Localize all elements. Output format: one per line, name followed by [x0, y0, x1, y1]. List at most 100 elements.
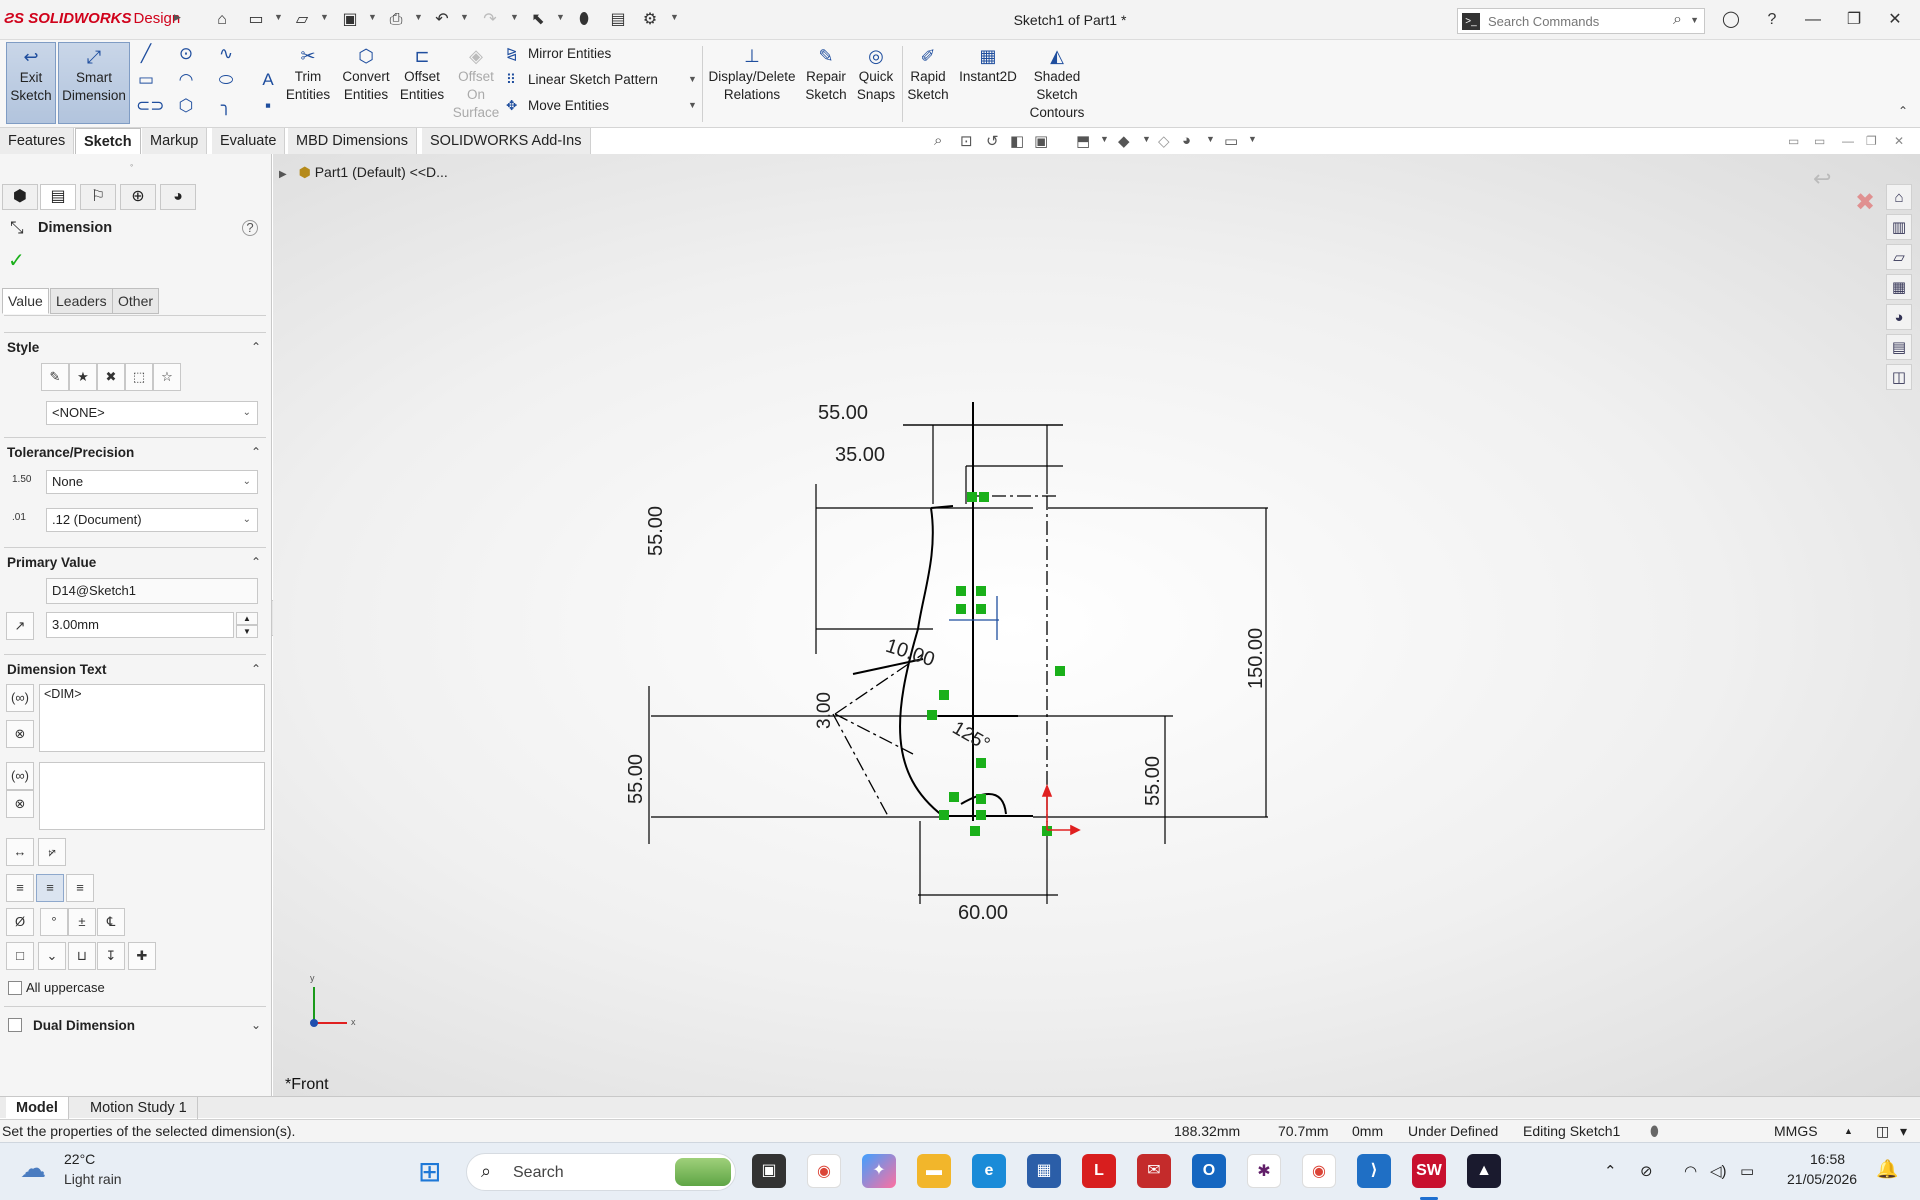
- delete-style-icon[interactable]: ✖: [97, 363, 125, 391]
- quick-snaps-button[interactable]: ◎ Quick Snaps: [854, 42, 898, 124]
- tab-value[interactable]: Value: [2, 288, 49, 314]
- inspection-dimension-icon[interactable]: ⊗: [6, 720, 34, 748]
- quick-tips-icon[interactable]: ◫: [1876, 1120, 1889, 1142]
- l-app-icon[interactable]: L: [1082, 1154, 1116, 1188]
- feature-manager-tab-icon[interactable]: ⬢: [2, 184, 38, 210]
- tab-model[interactable]: Model: [6, 1097, 69, 1119]
- wifi-icon[interactable]: ◠: [1684, 1162, 1697, 1180]
- dimension-55-right-lower[interactable]: 55.00: [1142, 756, 1165, 806]
- open-folder-icon[interactable]: ▱: [292, 10, 312, 30]
- configuration-manager-tab-icon[interactable]: ⚐: [80, 184, 116, 210]
- linear-sketch-pattern-button[interactable]: ⠿ Linear Sketch Pattern: [506, 69, 658, 91]
- restore-button[interactable]: ❐: [1838, 6, 1870, 34]
- line-icon[interactable]: ╱: [136, 44, 156, 64]
- tile-window-icon[interactable]: ▭: [1788, 134, 1799, 148]
- fillet-icon[interactable]: ╮: [216, 96, 236, 116]
- doc-restore-icon[interactable]: ❐: [1866, 134, 1877, 148]
- inspection-lower-icon[interactable]: ⊗: [6, 790, 34, 818]
- dimension-name-field[interactable]: D14@Sketch1: [46, 578, 258, 604]
- tolerance-type-dropdown[interactable]: None ⌄: [46, 470, 258, 494]
- precision-dropdown[interactable]: .12 (Document) ⌄: [46, 508, 258, 532]
- dynamic-annotation-icon[interactable]: ▣: [1034, 132, 1048, 150]
- tab-leaders[interactable]: Leaders: [50, 288, 113, 314]
- appearance-dropdown-icon[interactable]: ▼: [1206, 134, 1215, 144]
- options-dropdown-icon[interactable]: ▼: [670, 12, 679, 22]
- vscode-icon[interactable]: ⟩: [1357, 1154, 1391, 1188]
- move-dropdown-icon[interactable]: ▼: [688, 100, 697, 110]
- dimension-text-box[interactable]: <DIM>: [39, 684, 265, 752]
- unit-system[interactable]: MMGS: [1774, 1120, 1818, 1142]
- tab-solidworks-add-ins[interactable]: SOLIDWORKS Add-Ins: [422, 128, 591, 154]
- smart-dimension-button[interactable]: ⤢ Smart Dimension: [58, 42, 130, 124]
- file-explorer-icon[interactable]: ▬: [917, 1154, 951, 1188]
- section-view-icon[interactable]: ◧: [1010, 132, 1024, 150]
- weather-description[interactable]: Light rain: [64, 1171, 122, 1187]
- design-library-icon[interactable]: ▥: [1886, 214, 1912, 240]
- all-uppercase-checkbox[interactable]: [8, 981, 22, 995]
- confirm-corner-icon[interactable]: ↩: [1813, 166, 1831, 192]
- status-options-icon[interactable]: ▾: [1900, 1120, 1907, 1142]
- display-delete-relations-button[interactable]: ⊥ Display/Delete Relations: [706, 42, 798, 124]
- collapse-tolerance-icon[interactable]: ⌃: [251, 445, 261, 459]
- shaded-sketch-contours-button[interactable]: ◭ Shaded Sketch Contours: [1026, 42, 1088, 124]
- depth-symbol-icon[interactable]: ↧: [97, 942, 125, 970]
- trim-entities-button[interactable]: ✂ Trim Entities: [282, 42, 334, 124]
- help-icon[interactable]: ?: [1756, 6, 1788, 34]
- point-icon[interactable]: ▪: [258, 96, 278, 116]
- tab-mbd-dimensions[interactable]: MBD Dimensions: [288, 128, 417, 154]
- centerline-symbol-icon[interactable]: ℄: [97, 908, 125, 936]
- spin-down-button[interactable]: ▼: [236, 625, 258, 638]
- dimension-55-left-lower[interactable]: 55.00: [625, 754, 648, 804]
- property-manager-tab-icon[interactable]: ▤: [40, 184, 76, 210]
- save-dropdown-icon[interactable]: ▼: [368, 12, 377, 22]
- tab-evaluate[interactable]: Evaluate: [212, 128, 286, 154]
- rebuild-icon[interactable]: ⬮: [574, 10, 594, 30]
- spline-icon[interactable]: ∿: [216, 44, 236, 64]
- chrome-icon[interactable]: ◉: [807, 1154, 841, 1188]
- text-position-icon[interactable]: ↔: [6, 838, 34, 866]
- align-right-icon[interactable]: ≡: [66, 874, 94, 902]
- add-style-icon[interactable]: ★: [69, 363, 97, 391]
- view-orientation-icon[interactable]: ⬒: [1076, 132, 1090, 150]
- new-document-icon[interactable]: ▭: [246, 10, 266, 30]
- close-button[interactable]: ✕: [1879, 6, 1911, 34]
- view-palette-icon[interactable]: ▦: [1886, 274, 1912, 300]
- plus-minus-symbol-icon[interactable]: ±: [68, 908, 96, 936]
- dimension-55-left-upper[interactable]: 55.00: [645, 506, 668, 556]
- redo-icon[interactable]: ↷: [480, 10, 500, 30]
- load-style-icon[interactable]: ☆: [153, 363, 181, 391]
- unit-system-dropdown-icon[interactable]: ▲: [1844, 1120, 1853, 1142]
- diameter-symbol-icon[interactable]: Ø: [6, 908, 34, 936]
- add-parentheses-icon[interactable]: (∞): [6, 684, 34, 712]
- tab-sketch[interactable]: Sketch: [75, 128, 141, 154]
- dimension-3[interactable]: 3.00: [814, 692, 836, 729]
- apply-default-style-icon[interactable]: ✎: [41, 363, 69, 391]
- circle-icon[interactable]: ⊙: [176, 44, 196, 64]
- polygon-icon[interactable]: ⬡: [176, 96, 196, 116]
- convert-entities-button[interactable]: ⬡ Convert Entities: [336, 42, 396, 124]
- tab-features[interactable]: Features: [0, 128, 75, 154]
- clock-date[interactable]: 21/05/2026: [1787, 1171, 1857, 1187]
- view-orientation-dropdown-icon[interactable]: ▼: [1100, 134, 1109, 144]
- arc-icon[interactable]: ◠: [176, 70, 196, 90]
- file-properties-icon[interactable]: ▤: [608, 10, 628, 30]
- affinity-icon[interactable]: ▲: [1467, 1154, 1501, 1188]
- zoom-to-area-icon[interactable]: ⊡: [960, 132, 973, 150]
- ok-checkmark-icon[interactable]: ✓: [8, 248, 25, 273]
- clock-time[interactable]: 16:58: [1810, 1151, 1845, 1167]
- undo-icon[interactable]: ↶: [432, 10, 452, 30]
- degree-symbol-icon[interactable]: °: [40, 908, 68, 936]
- taskbar-search-box[interactable]: ⌕ Search: [466, 1153, 736, 1191]
- instant2d-button[interactable]: ▦ Instant2D: [954, 42, 1022, 124]
- countersink-symbol-icon[interactable]: ⌄: [38, 942, 66, 970]
- collapse-style-icon[interactable]: ⌃: [251, 340, 261, 354]
- exit-sketch-button[interactable]: ↩ Exit Sketch: [6, 42, 56, 124]
- collapse-ribbon-icon[interactable]: ⌃: [1898, 104, 1908, 118]
- copilot-icon[interactable]: ✦: [862, 1154, 896, 1188]
- search-dropdown-icon[interactable]: ▼: [1690, 15, 1699, 25]
- display-style-dropdown-icon[interactable]: ▼: [1142, 134, 1151, 144]
- align-center-icon[interactable]: ≡: [36, 874, 64, 902]
- doc-close-icon[interactable]: ✕: [1894, 134, 1904, 148]
- search-icon[interactable]: ⌕: [1673, 11, 1682, 29]
- custom-properties-icon[interactable]: ▤: [1886, 334, 1912, 360]
